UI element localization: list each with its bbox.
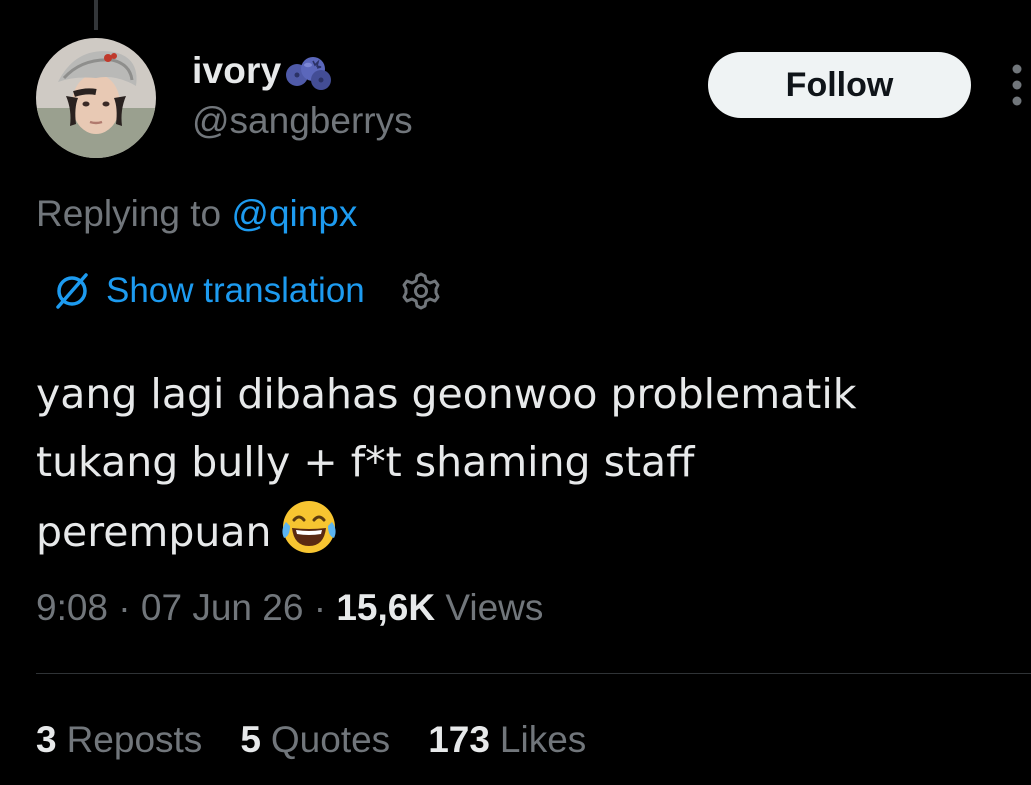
- reposts-count: 3: [36, 719, 57, 760]
- follow-button[interactable]: Follow: [708, 52, 971, 118]
- reply-mention-link[interactable]: @qinpx: [231, 193, 357, 234]
- engagement-stats: 3 Reposts 5 Quotes 173 Likes: [36, 719, 624, 761]
- globe-slash-icon: [56, 273, 88, 309]
- likes-count: 173: [428, 719, 490, 760]
- avatar-image: [36, 38, 156, 158]
- gear-icon[interactable]: [399, 269, 443, 313]
- tweet-date[interactable]: 07 Jun 26: [141, 587, 304, 628]
- thread-connector-line: [94, 0, 98, 30]
- reposts-label: Reposts: [66, 719, 203, 760]
- avatar[interactable]: [36, 38, 156, 158]
- tweet-text-line-last: perempuan: [36, 496, 1026, 564]
- display-name[interactable]: ivory: [192, 50, 281, 92]
- face-with-tears-of-joy-icon: [281, 501, 336, 553]
- tweet-text-line: tukang bully + f*t shaming staff: [36, 438, 695, 486]
- tweet-text: yang lagi dibahas geonwoo problematik tu…: [36, 360, 1026, 564]
- author-handle[interactable]: @sangberrys: [192, 100, 413, 142]
- tweet-text-line: perempuan: [36, 508, 272, 556]
- translation-row: Show translation: [50, 268, 443, 314]
- blueberries-icon: [286, 57, 332, 90]
- tweet-text-line: yang lagi dibahas geonwoo problematik: [36, 370, 857, 418]
- reposts-stat[interactable]: 3 Reposts: [36, 719, 202, 761]
- quotes-count: 5: [240, 719, 261, 760]
- meta-separator: ·: [118, 587, 131, 628]
- replying-to-label: Replying to: [36, 193, 222, 234]
- tweet-meta: 9:08 · 07 Jun 26 · 15,6K Views: [36, 587, 543, 629]
- likes-stat[interactable]: 173 Likes: [428, 719, 586, 761]
- views-count: 15,6K: [336, 587, 436, 628]
- author-name-row[interactable]: ivory: [192, 45, 335, 97]
- quotes-label: Quotes: [270, 719, 391, 760]
- more-vertical-icon[interactable]: [1006, 62, 1028, 108]
- meta-separator: ·: [313, 587, 327, 628]
- views-label: Views: [445, 587, 544, 628]
- tweet-time[interactable]: 9:08: [36, 587, 108, 628]
- replying-to: Replying to @qinpx: [36, 193, 357, 235]
- divider: [36, 673, 1031, 674]
- show-translation-link[interactable]: Show translation: [106, 271, 365, 311]
- quotes-stat[interactable]: 5 Quotes: [240, 719, 390, 761]
- likes-label: Likes: [499, 719, 587, 760]
